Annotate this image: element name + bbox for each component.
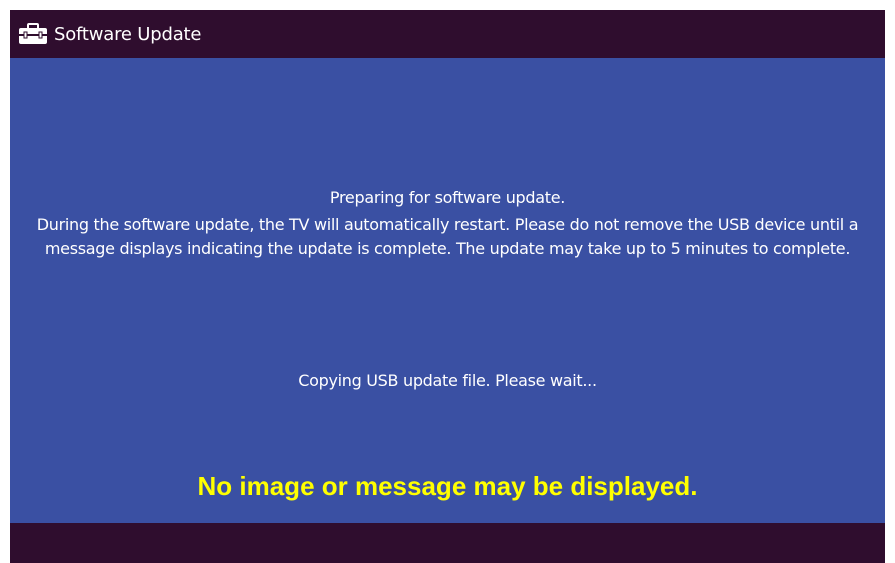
- title-bar: Software Update: [10, 10, 885, 58]
- update-panel: Preparing for software update. During th…: [10, 58, 885, 523]
- tv-screen: Software Update Preparing for software u…: [10, 10, 885, 563]
- warning-note: No image or message may be displayed.: [197, 471, 698, 501]
- toolbox-icon: [18, 22, 48, 46]
- bottom-bar: [10, 523, 885, 563]
- message-title: Preparing for software update.: [329, 188, 566, 207]
- window-title: Software Update: [54, 23, 202, 45]
- status-message: Copying USB update file. Please wait...: [298, 371, 597, 390]
- message-body: During the software update, the TV will …: [36, 215, 859, 258]
